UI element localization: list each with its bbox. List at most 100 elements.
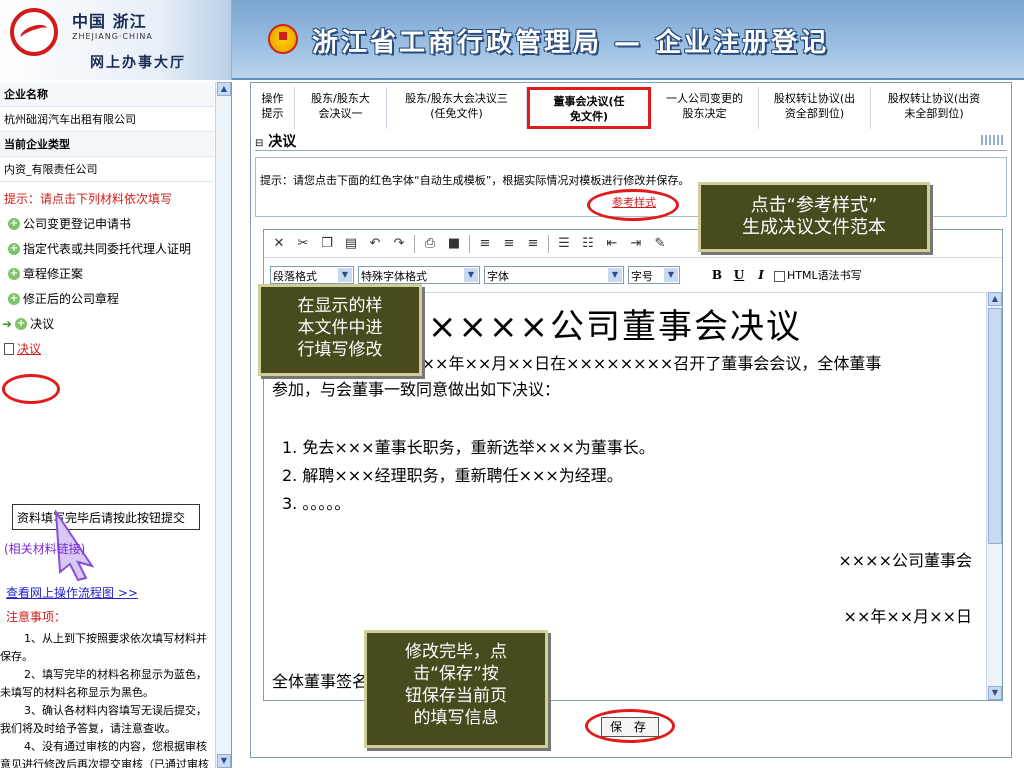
copy-icon[interactable]: ❐ — [318, 235, 336, 253]
scroll-up-icon[interactable]: ▲ — [217, 82, 231, 96]
font-size-select[interactable]: 字号 ▼ — [628, 266, 680, 284]
plus-circle-icon: + — [15, 317, 28, 330]
outdent-icon[interactable]: ⇤ — [603, 235, 621, 253]
resolution-item: 1. 免去×××董事长职务，重新选举×××为董事长。 — [282, 438, 655, 457]
toolbar-divider — [414, 234, 415, 253]
callout-save-hint: 修改完毕，点 击“保存”按 钮保存当前页 的填写信息 — [364, 630, 548, 748]
chevron-down-icon: ▼ — [464, 268, 478, 282]
company-type: 内资_有限责任公司 — [0, 157, 214, 182]
tab-label: 股东/股东大 会决议一 — [311, 92, 370, 120]
cut-icon[interactable]: ✕ — [270, 235, 288, 253]
plus-circle-icon: + — [8, 292, 20, 305]
hint-text: 提示：请您点击下面的红色字体“自动生成模板”，根据实际情况对模板进行修改并保存。 — [260, 174, 690, 187]
material-item-agent-proof[interactable]: + 指定代表或共同委托代理人证明 — [0, 236, 231, 261]
collapse-icon[interactable]: ⊟ — [255, 138, 263, 149]
arrow-right-icon: ➜ — [2, 316, 13, 331]
grid-icon — [981, 135, 1003, 145]
document-icon — [4, 342, 14, 355]
tab-board-resolution[interactable]: 董事会决议(任 免文件) — [527, 87, 651, 129]
note-item: 1、从上到下按照要求依次填写材料并保存。 — [0, 632, 207, 663]
tab-operation-tips[interactable]: 操作 提示 — [251, 87, 295, 129]
save-icon[interactable]: ■ — [445, 235, 463, 253]
tab-label: 一人公司变更的 股东决定 — [666, 92, 743, 120]
plus-circle-icon: + — [8, 267, 20, 280]
align-center-icon[interactable]: ≡ — [500, 235, 518, 253]
undo-icon[interactable]: ↶ — [366, 235, 384, 253]
scroll-up-icon[interactable]: ▲ — [988, 292, 1002, 306]
note-item: 4、没有通过审核的内容，您根据审核意见进行修改后再次提交审核（已通过审核的材料内… — [0, 740, 209, 768]
paragraph-format-select[interactable]: 段落格式 ▼ — [270, 266, 354, 284]
underline-button[interactable]: U — [730, 268, 748, 282]
chevron-down-icon: ▼ — [664, 268, 678, 282]
sidebar-scrollbar[interactable]: ▲ ▼ — [215, 82, 231, 768]
plus-circle-icon: + — [8, 217, 20, 230]
logo-subtitle: 网上办事大厅 — [90, 55, 186, 71]
tab-label: 董事会决议(任 免文件) — [553, 95, 625, 123]
logo-emblem-icon — [10, 8, 58, 56]
ordered-list-icon[interactable]: ☰ — [555, 235, 573, 253]
bold-button[interactable]: B — [708, 268, 726, 282]
logo-cn-text: 中国 浙江 — [72, 12, 147, 31]
logo-area: 中国 浙江 ZHEJIANG·CHINA 网上办事大厅 — [0, 0, 232, 80]
notes-title: 注意事项： — [6, 610, 67, 624]
toolbar-divider — [548, 234, 549, 253]
left-sidebar: 企业名称 杭州础润汽车出租有限公司 当前企业类型 内资_有限责任公司 提示：请点… — [0, 82, 232, 768]
material-label: 章程修正案 — [23, 267, 84, 281]
company-type-label: 当前企业类型 — [0, 132, 214, 157]
tab-label: 股权转让协议(出 资全部到位) — [773, 92, 856, 120]
select-value: 特殊字体格式 — [361, 270, 427, 283]
tab-sole-shareholder-decision[interactable]: 一人公司变更的 股东决定 — [651, 87, 759, 129]
redo-icon[interactable]: ↷ — [390, 235, 408, 253]
scroll-down-icon[interactable]: ▼ — [217, 754, 231, 768]
select-value: 段落格式 — [273, 270, 317, 283]
select-value: 字号 — [631, 270, 653, 283]
scroll-thumb[interactable] — [988, 308, 1002, 544]
note-item: 2、填写完毕的材料名称显示为蓝色，未填写的材料名称显示为黑色。 — [0, 668, 207, 699]
highlight-circle-save — [585, 709, 675, 743]
font-select[interactable]: 字体 ▼ — [484, 266, 624, 284]
material-label: 决议 — [30, 317, 55, 331]
scroll-down-icon[interactable]: ▼ — [988, 686, 1002, 700]
scissors-icon[interactable]: ✂ — [294, 235, 312, 253]
toolbar-divider — [469, 234, 470, 253]
html-mode-toggle[interactable]: HTML语法书写 — [774, 267, 862, 283]
print-icon[interactable]: ⎙ — [421, 235, 439, 253]
unordered-list-icon[interactable]: ☷ — [579, 235, 597, 253]
flowchart-link[interactable]: 查看网上操作流程图 >> — [6, 584, 138, 601]
material-item-charter-amendment[interactable]: + 章程修正案 — [0, 261, 231, 286]
link-icon[interactable]: ✎ — [651, 235, 669, 253]
notes-list: 1、从上到下按照要求依次填写材料并保存。 2、填写完毕的材料名称显示为蓝色，未填… — [0, 630, 212, 768]
tab-equity-transfer-partial[interactable]: 股权转让协议(出资 未全部到位) — [871, 87, 997, 129]
italic-button[interactable]: I — [752, 268, 770, 282]
material-label: 公司变更登记申请书 — [23, 217, 132, 231]
logo-en-text: ZHEJIANG·CHINA — [72, 32, 153, 41]
paste-icon[interactable]: ▤ — [342, 235, 360, 253]
align-right-icon[interactable]: ≡ — [524, 235, 542, 253]
current-doc-link[interactable]: 决议 — [17, 340, 41, 357]
highlight-circle-ref-link — [587, 189, 679, 221]
section-title: 决议 — [268, 134, 297, 150]
html-mode-label: HTML语法书写 — [787, 269, 862, 282]
note-item: 3、确认各材料内容填写无误后提交，我们将及时给予答复，请注意查收。 — [0, 704, 207, 735]
material-item-application[interactable]: + 公司变更登记申请书 — [0, 211, 231, 236]
document-title: ××××公司董事会决议 — [428, 307, 802, 347]
tab-label: 股东/股东大会决议三 (任免文件) — [405, 92, 508, 120]
tab-label: 股权转让协议(出资 未全部到位) — [887, 92, 981, 120]
document-intro-line: 参加，与会董事一致同意做出如下决议： — [272, 380, 561, 399]
material-item-revised-charter[interactable]: + 修正后的公司章程 — [0, 286, 231, 311]
tab-shareholder-resolution-3[interactable]: 股东/股东大会决议三 (任免文件) — [387, 87, 527, 129]
material-item-resolution[interactable]: ➜ + 决议 — [0, 311, 231, 336]
special-font-select[interactable]: 特殊字体格式 ▼ — [358, 266, 480, 284]
checkbox-icon[interactable] — [774, 270, 785, 282]
indent-icon[interactable]: ⇥ — [627, 235, 645, 253]
company-name-label: 企业名称 — [0, 82, 214, 107]
editor-scrollbar[interactable]: ▲ ▼ — [986, 292, 1002, 700]
align-left-icon[interactable]: ≡ — [476, 235, 494, 253]
tab-equity-transfer-full[interactable]: 股权转让协议(出 资全部到位) — [759, 87, 871, 129]
materials-tip: 提示：请点击下列材料依次填写 — [4, 192, 173, 206]
doc-tabs: 操作 提示 股东/股东大 会决议一 股东/股东大会决议三 (任免文件) 董事会决… — [251, 87, 997, 129]
current-doc-item[interactable]: 决议 — [0, 336, 231, 361]
related-materials-link[interactable]: (相关材料链接) — [4, 540, 85, 557]
tab-shareholder-resolution-1[interactable]: 股东/股东大 会决议一 — [295, 87, 387, 129]
resolution-item: 2. 解聘×××经理职务，重新聘任×××为经理。 — [282, 466, 623, 485]
